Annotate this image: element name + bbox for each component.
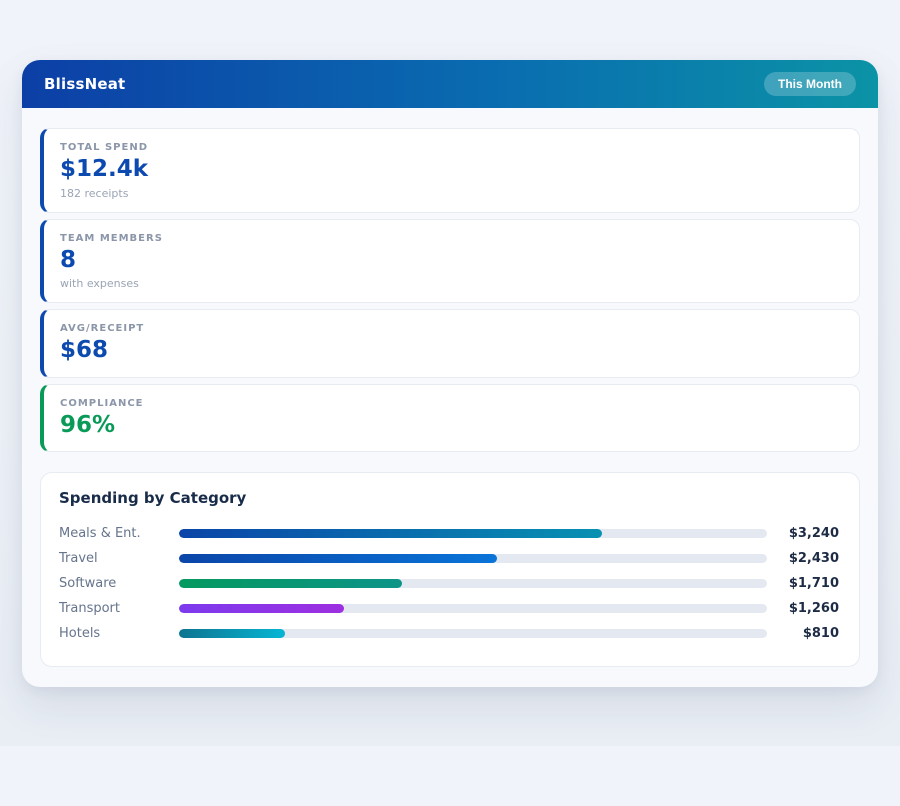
chart-row: Hotels $810 <box>59 621 839 646</box>
bar-fill <box>179 529 602 538</box>
bar-fill <box>179 579 402 588</box>
category-value: $2,430 <box>767 551 839 566</box>
stat-subtext: 182 receipts <box>60 187 841 200</box>
stat-card: TEAM MEMBERS 8 with expenses <box>40 219 860 304</box>
stat-card: AVG/RECEIPT $68 <box>40 309 860 378</box>
stat-card: TOTAL SPEND $12.4k 182 receipts <box>40 128 860 213</box>
spending-chart-card: Spending by Category Meals & Ent. $3,240 T… <box>40 472 860 667</box>
bar-fill <box>179 604 344 613</box>
category-value: $810 <box>767 626 839 641</box>
app-window: BlissNeat This Month TOTAL SPEND $12.4k 18… <box>22 60 878 687</box>
stat-value: $12.4k <box>60 156 841 184</box>
category-value: $3,240 <box>767 526 839 541</box>
stat-value: 8 <box>60 247 841 275</box>
app-title: BlissNeat <box>44 75 125 93</box>
bar-track <box>179 604 767 613</box>
category-label: Software <box>59 576 179 591</box>
bar-track <box>179 579 767 588</box>
stat-label: TEAM MEMBERS <box>60 233 841 244</box>
category-label: Hotels <box>59 626 179 641</box>
chart-row: Software $1,710 <box>59 571 839 596</box>
app-header: BlissNeat This Month <box>22 60 878 108</box>
bar-fill <box>179 629 285 638</box>
category-label: Transport <box>59 601 179 616</box>
category-label: Meals & Ent. <box>59 526 179 541</box>
stat-card: COMPLIANCE 96% <box>40 384 860 453</box>
main-content: TOTAL SPEND $12.4k 182 receipts TEAM MEMBER… <box>22 108 878 687</box>
bar-fill <box>179 554 497 563</box>
chart-rows: Meals & Ent. $3,240 Travel $2,430 Software $1… <box>59 521 839 646</box>
stat-label: TOTAL SPEND <box>60 142 841 153</box>
stat-label: AVG/RECEIPT <box>60 323 841 334</box>
chart-row: Meals & Ent. $3,240 <box>59 521 839 546</box>
chart-row: Transport $1,260 <box>59 596 839 621</box>
stat-value: 96% <box>60 412 841 440</box>
stat-subtext: with expenses <box>60 277 841 290</box>
chart-row: Travel $2,430 <box>59 546 839 571</box>
bar-track <box>179 529 767 538</box>
stat-cards: TOTAL SPEND $12.4k 182 receipts TEAM MEMBER… <box>40 128 860 452</box>
stat-value: $68 <box>60 337 841 365</box>
category-value: $1,260 <box>767 601 839 616</box>
period-badge[interactable]: This Month <box>764 72 856 96</box>
category-value: $1,710 <box>767 576 839 591</box>
stat-label: COMPLIANCE <box>60 398 841 409</box>
category-label: Travel <box>59 551 179 566</box>
chart-title: Spending by Category <box>59 489 839 507</box>
bar-track <box>179 554 767 563</box>
bar-track <box>179 629 767 638</box>
